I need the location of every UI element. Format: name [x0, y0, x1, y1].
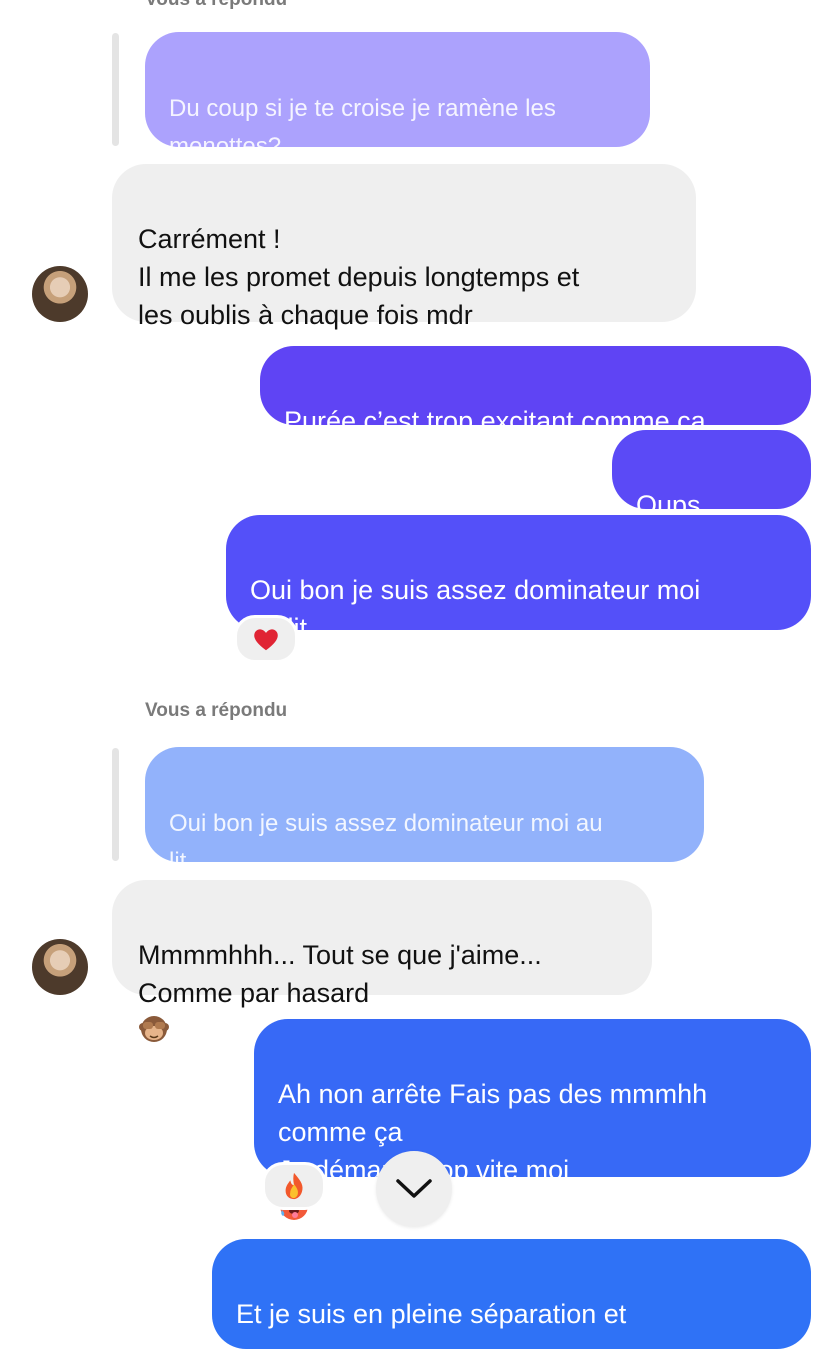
outgoing-message[interactable]: Et je suis en pleine séparation et: [212, 1239, 811, 1349]
message-reaction[interactable]: [262, 1162, 326, 1210]
contact-avatar[interactable]: [32, 939, 88, 995]
message-text: Mmmmhhh... Tout se que j'aime... Comme p…: [138, 940, 542, 1008]
message-text: Et je suis en pleine séparation et: [236, 1299, 627, 1329]
outgoing-message[interactable]: Oui bon je suis assez dominateur moi au …: [226, 515, 811, 643]
message-text: Carrément ! Il me les promet depuis long…: [138, 224, 580, 330]
outgoing-message[interactable]: Oups...: [612, 430, 811, 555]
replied-label: Vous a répondu: [145, 700, 288, 721]
message-text: Ah non arrête Fais pas des mmmhh comme ç…: [278, 1079, 708, 1185]
incoming-message[interactable]: Mmmmhhh... Tout se que j'aime... Comme p…: [112, 880, 652, 1042]
contact-avatar[interactable]: [32, 266, 88, 322]
chevron-down-icon: [396, 1179, 432, 1198]
quoted-message-text: Oui bon je suis assez dominateur moi au …: [169, 810, 603, 875]
reply-indicator-bar: [112, 748, 119, 861]
outgoing-message[interactable]: Ah non arrête Fais pas des mmmhh comme ç…: [254, 1019, 811, 1220]
message-text: Oui bon je suis assez dominateur moi au …: [250, 575, 701, 643]
fire-emoji: [285, 1172, 303, 1200]
see-no-evil-monkey-emoji: [139, 1016, 169, 1042]
quoted-message[interactable]: Oui bon je suis assez dominateur moi au …: [145, 747, 704, 875]
outgoing-message[interactable]: Purée c’est trop excitant comme ça: [260, 346, 811, 436]
replied-label: Vous a répondu: [145, 0, 287, 11]
quoted-message[interactable]: Du coup si je te croise je ramène les me…: [145, 32, 650, 196]
message-reaction[interactable]: [234, 615, 298, 663]
scroll-to-bottom-button[interactable]: [376, 1151, 452, 1227]
quoted-message-text: Du coup si je te croise je ramène les me…: [169, 95, 556, 160]
red-heart-emoji: [254, 629, 278, 651]
incoming-message[interactable]: Carrément ! Il me les promet depuis long…: [112, 164, 696, 330]
reply-indicator-bar: [112, 33, 119, 146]
